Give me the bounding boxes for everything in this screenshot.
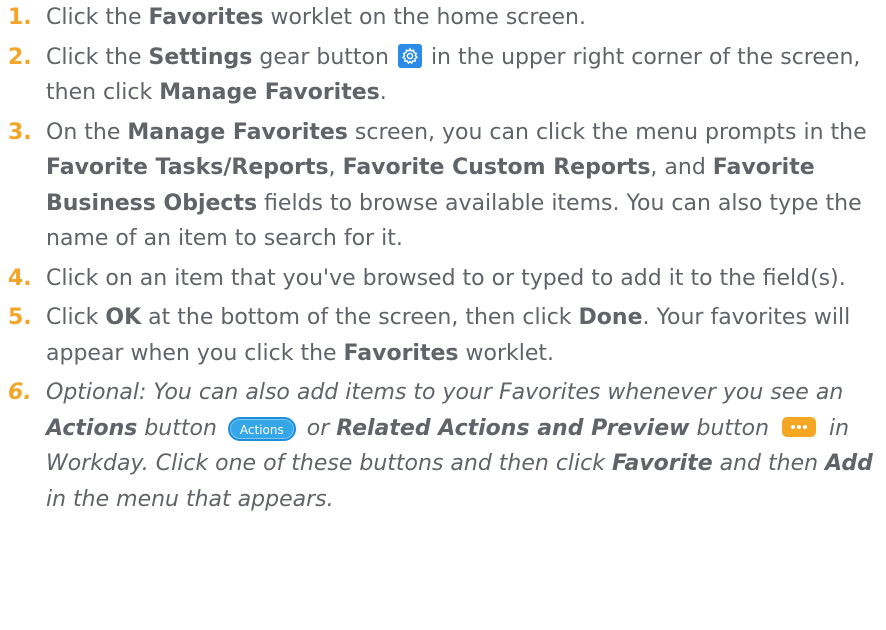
step-text-bold: Favorites (343, 340, 459, 366)
step-text-bold: OK (105, 305, 142, 330)
gear-icon (397, 43, 422, 68)
step-text: Click (46, 305, 106, 330)
step-text: button (137, 415, 224, 441)
step-text: in the menu that appears. (46, 486, 334, 512)
step-3: 3. On the Manage Favorites screen, you ca… (0, 115, 886, 257)
step-text: Optional: You can also add items to your… (46, 380, 844, 405)
step-text: On the (46, 119, 128, 145)
step-text: Click the (46, 44, 149, 70)
step-text-bold: Done (578, 305, 643, 330)
step-6: 6. Optional: You can also add items to yo… (0, 375, 886, 517)
step-text: screen, you can click the menu prompts i… (347, 119, 867, 145)
step-text-bold: Favorite (611, 451, 713, 476)
step-text: Click the (46, 5, 149, 30)
ellipsis-icon (782, 416, 817, 437)
step-number: 1. (8, 5, 32, 30)
step-5: 5. Click OK at the bottom of the screen, … (0, 300, 886, 371)
step-text: , and (650, 155, 713, 180)
steps-list: 1. Click the Favorites worklet on the hom… (0, 0, 886, 517)
step-2: 2. Click the Settings gear button in the … (0, 40, 886, 111)
step-text-bold: Manage Favorites (159, 80, 380, 105)
step-text: and then (712, 451, 826, 476)
step-text-bold: Manage Favorites (127, 119, 348, 145)
step-text: , (328, 155, 343, 180)
step-text-bold: Related Actions and Preview (336, 415, 690, 441)
step-text-bold: Favorite Custom Reports (342, 155, 651, 180)
step-text: worklet on the home screen. (263, 5, 586, 30)
step-text: . (379, 80, 387, 105)
step-text-bold: Settings (148, 44, 253, 70)
step-1: 1. Click the Favorites worklet on the hom… (0, 0, 886, 36)
step-number: 2. (8, 44, 32, 70)
step-text-bold: Favorites (148, 5, 264, 30)
step-text: gear button (252, 44, 396, 70)
actions-button-image: Actions (227, 416, 296, 441)
step-text-bold: Favorite Tasks/Reports (46, 155, 329, 180)
instructions-document: 1. Click the Favorites worklet on the hom… (0, 0, 886, 517)
step-4: 4. Click on an item that you've browsed t… (0, 261, 886, 297)
step-number: 3. (8, 119, 32, 145)
step-text-bold: Actions (46, 415, 138, 441)
step-text-bold: Add (825, 451, 873, 476)
step-text: at the bottom of the screen, then click (141, 305, 579, 330)
step-text: worklet. (458, 340, 555, 366)
step-number: 5. (8, 305, 32, 330)
step-text: Click on an item that you've browsed to … (46, 265, 846, 291)
step-text: button (689, 415, 777, 441)
step-number: 4. (8, 265, 32, 291)
step-text: or (299, 415, 337, 441)
step-number: 6. (8, 380, 32, 405)
